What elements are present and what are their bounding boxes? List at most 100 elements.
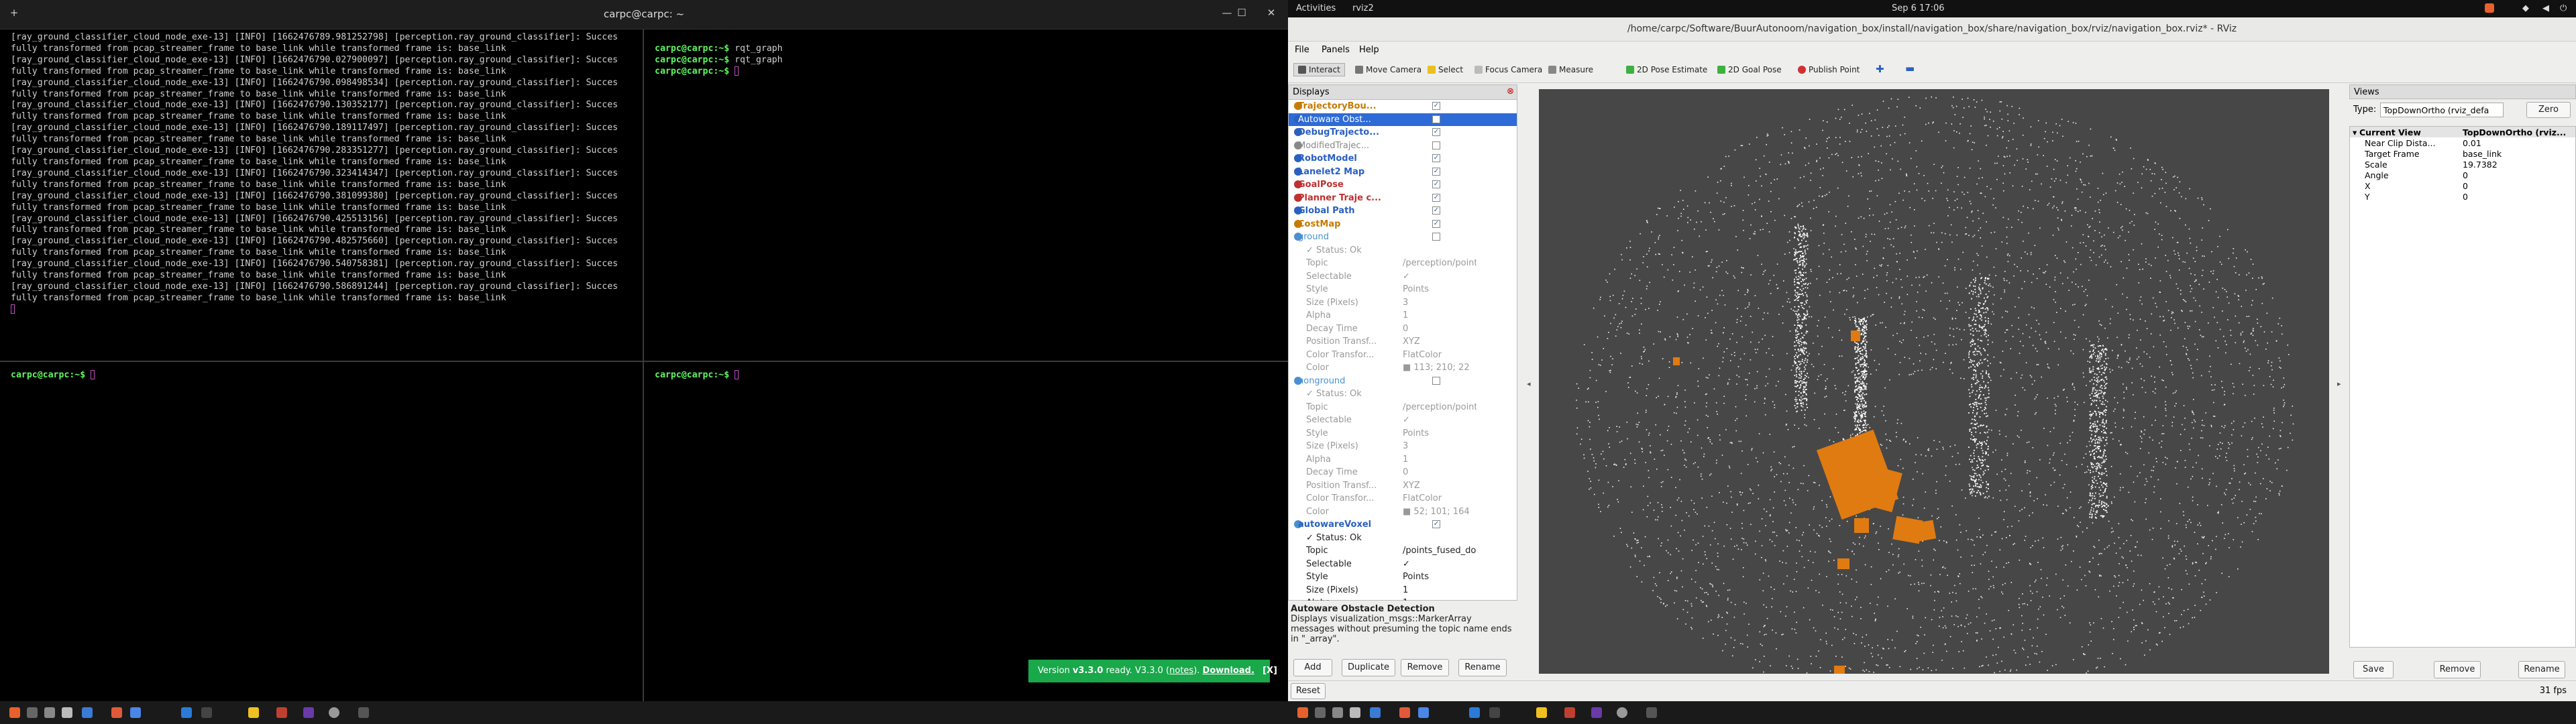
display-property[interactable]: Size (Pixels) 3 [1289, 440, 1517, 453]
terminal-icon[interactable] [27, 707, 38, 718]
app-icon[interactable] [329, 707, 339, 718]
display-property[interactable]: Style Points [1289, 570, 1517, 584]
display-enabled-checkbox[interactable]: ✓ [1432, 206, 1440, 215]
display-property[interactable]: Color Transfor... FlatColor [1289, 349, 1517, 362]
menu-panels[interactable]: Panels [1322, 45, 1350, 55]
menu-file[interactable]: File [1295, 45, 1309, 55]
terminal-icon[interactable] [1489, 707, 1500, 718]
display-item[interactable]: DebugTrajecto... ✓ [1289, 126, 1517, 139]
tool-2d-goal-pose[interactable]: 2D Goal Pose [1717, 65, 1782, 74]
volume-icon[interactable]: ◀ [2542, 3, 2549, 13]
pane-divider-vertical[interactable] [643, 29, 644, 701]
display-property[interactable]: Topic/points_fused_downs... [1289, 544, 1517, 558]
display-enabled-checkbox[interactable]: ✓ [1432, 219, 1440, 228]
display-enabled-checkbox[interactable]: ✓ [1432, 128, 1440, 136]
terminal-pane-top-left[interactable]: [ray_ground_classifier_cloud_node_exe-13… [0, 29, 631, 361]
close-panel-icon[interactable]: ⊗ [1507, 86, 1514, 97]
network-icon[interactable]: ◆ [2522, 3, 2529, 13]
rviz-3d-viewport[interactable] [1539, 89, 2329, 674]
view-property[interactable]: Y0 [2350, 191, 2575, 202]
app-icon[interactable] [1399, 707, 1410, 718]
maximize-button[interactable]: ☐ [1234, 7, 1249, 21]
tool-publish-point[interactable]: Publish Point [1798, 65, 1860, 74]
firefox-icon[interactable] [1297, 707, 1308, 718]
display-property[interactable]: ✓ Status: Ok [1289, 532, 1517, 545]
display-property[interactable]: Selectable ✓ [1289, 558, 1517, 571]
document-icon[interactable] [1370, 707, 1381, 718]
chrome-icon[interactable] [1536, 707, 1547, 718]
display-item[interactable]: nonground [1289, 375, 1517, 388]
display-enabled-checkbox[interactable]: ✓ [1432, 520, 1440, 528]
display-enabled-checkbox[interactable]: ✓ [1432, 154, 1440, 162]
duplicate-display-button[interactable]: Duplicate [1342, 659, 1395, 676]
firefox-icon[interactable] [9, 707, 20, 718]
pane-divider-horizontal[interactable] [0, 361, 1288, 362]
reset-button[interactable]: Reset [1291, 683, 1326, 699]
display-property[interactable]: ✓ Status: Ok [1289, 387, 1517, 401]
rename-display-button[interactable]: Rename [1458, 659, 1507, 676]
toast-download-link[interactable]: Download. [1203, 666, 1254, 676]
app-icon[interactable] [303, 707, 314, 718]
display-property[interactable]: Size (Pixels) 1 [1289, 584, 1517, 597]
vscode-icon[interactable] [181, 707, 192, 718]
display-property[interactable]: Style Points [1289, 283, 1517, 296]
toast-notes-link[interactable]: notes [1169, 666, 1193, 676]
display-item[interactable]: ModifiedTrajec... [1289, 139, 1517, 153]
display-enabled-checkbox[interactable] [1432, 141, 1440, 149]
app-icon[interactable] [111, 707, 122, 718]
app-icon[interactable] [1591, 707, 1602, 718]
display-property[interactable]: Selectable ✓ [1289, 270, 1517, 284]
terminal-pane-top-right[interactable]: carpc@carpc:~$ rqt_graph carpc@carpc:~$ … [644, 29, 1288, 361]
display-item[interactable]: TrajectoryBou... ✓ [1289, 100, 1517, 113]
zero-button[interactable]: Zero [2526, 102, 2571, 118]
display-enabled-checkbox[interactable] [1432, 233, 1440, 241]
display-enabled-checkbox[interactable]: ✓ [1432, 102, 1440, 110]
close-button[interactable]: ✕ [1264, 7, 1279, 21]
display-item[interactable]: Autoware Obst... [1289, 113, 1517, 126]
display-item[interactable]: Planner Traje c... ✓ [1289, 192, 1517, 205]
remove-display-button[interactable]: Remove [1401, 659, 1449, 676]
folder-icon[interactable] [62, 707, 72, 718]
terminal-icon[interactable] [1315, 707, 1326, 718]
tool-move-camera[interactable]: Move Camera [1355, 65, 1421, 74]
current-view-row[interactable]: ▾ Current View TopDownOrtho (rviz... [2350, 127, 2575, 137]
settings-icon[interactable] [130, 707, 141, 718]
display-item[interactable]: ground [1289, 231, 1517, 244]
display-item[interactable]: Global Path ✓ [1289, 204, 1517, 218]
display-item[interactable]: GoalPose ✓ [1289, 178, 1517, 192]
tool-2d-pose-estimate[interactable]: 2D Pose Estimate [1626, 65, 1707, 74]
display-property[interactable]: Color ■ 52; 101; 164 [1289, 505, 1517, 519]
collapse-right-icon[interactable]: ▸ [2337, 379, 2341, 388]
firefox-tray-icon[interactable] [2485, 3, 2494, 13]
display-enabled-checkbox[interactable]: ✓ [1432, 167, 1440, 176]
activities-button[interactable]: Activities [1296, 3, 1336, 13]
terminal-pane-bottom-left[interactable]: carpc@carpc:~$ [0, 367, 643, 700]
display-property[interactable]: Position Transf... XYZ [1289, 479, 1517, 493]
display-enabled-checkbox[interactable]: ✓ [1432, 180, 1440, 188]
clock[interactable]: Sep 6 17:06 [1892, 3, 1945, 13]
view-type-select[interactable]: TopDownOrtho (rviz_defa [2380, 103, 2504, 117]
display-enabled-checkbox[interactable] [1432, 376, 1440, 385]
files-icon[interactable] [1332, 707, 1343, 718]
tool-interact[interactable]: Interact [1293, 63, 1345, 76]
remove-tool-icon[interactable]: ▬ [1905, 62, 1915, 74]
display-property[interactable]: Alpha 1 [1289, 309, 1517, 322]
menu-help[interactable]: Help [1359, 45, 1379, 55]
document-icon[interactable] [82, 707, 93, 718]
vscode-icon[interactable] [1469, 707, 1480, 718]
tool-select[interactable]: Select [1428, 65, 1463, 74]
view-property[interactable]: Near Clip Dista... 0.01 [2350, 137, 2575, 148]
save-view-button[interactable]: Save [2353, 661, 2394, 678]
chrome-icon[interactable] [248, 707, 259, 718]
display-item[interactable]: RobotModel ✓ [1289, 152, 1517, 166]
folder-icon[interactable] [1350, 707, 1360, 718]
remove-view-button[interactable]: Remove [2434, 661, 2481, 678]
display-property[interactable]: Decay Time 0 [1289, 322, 1517, 336]
view-property[interactable]: Scale 19.7382 [2350, 159, 2575, 170]
display-property[interactable]: Style Points [1289, 427, 1517, 440]
display-item[interactable]: autowareVoxel ✓ [1289, 518, 1517, 532]
files-icon[interactable] [44, 707, 55, 718]
rename-view-button[interactable]: Rename [2518, 661, 2565, 678]
terminal-icon[interactable] [201, 707, 212, 718]
terminal-icon[interactable] [1646, 707, 1657, 718]
